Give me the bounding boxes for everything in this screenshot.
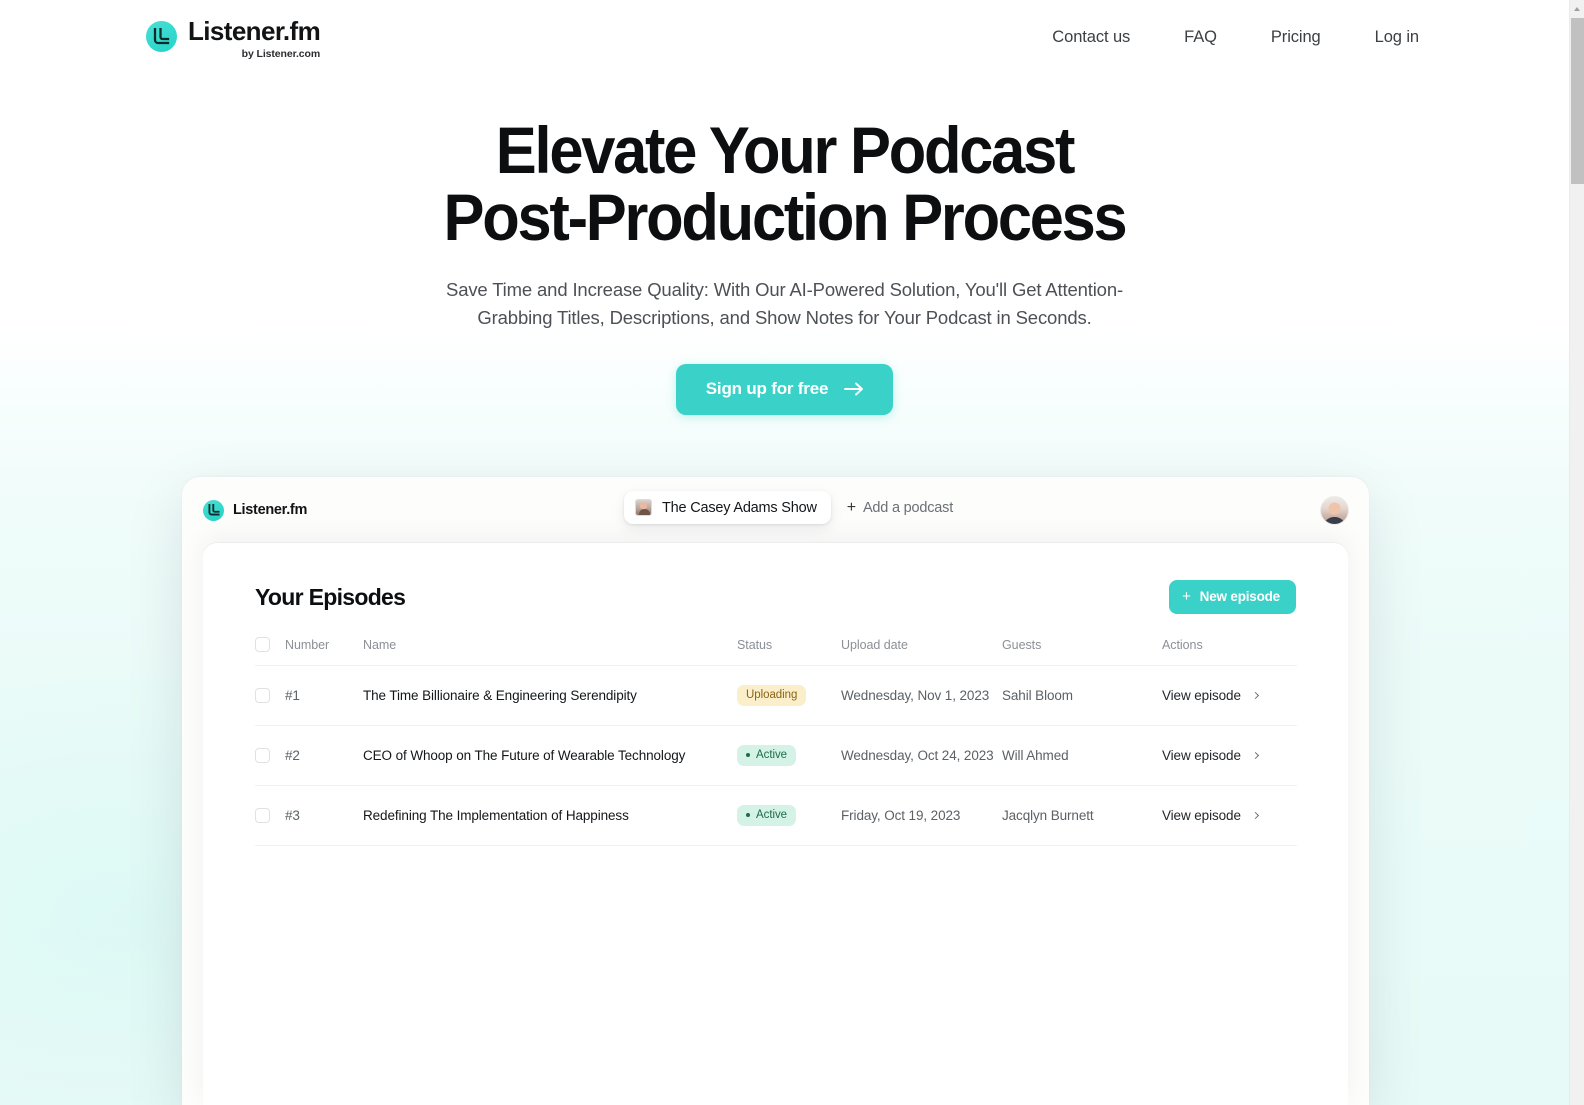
column-header-number: Number <box>285 637 363 666</box>
podcast-switcher: The Casey Adams Show + Add a podcast <box>624 491 961 524</box>
hero-title-line-1: Elevate Your Podcast <box>495 113 1076 187</box>
view-episode-label: View episode <box>1162 808 1241 823</box>
sign-up-for-free-button[interactable]: Sign up for free <box>675 363 894 415</box>
status-label: Active <box>756 749 788 761</box>
brand-subtitle: by Listener.com <box>241 48 321 60</box>
column-header-upload-date: Upload date <box>841 637 1002 666</box>
table-row[interactable]: #3 Redefining The Implementation of Happ… <box>255 785 1297 846</box>
cell-number: #1 <box>285 665 363 726</box>
cell-name: The Time Billionaire & Engineering Seren… <box>363 665 737 726</box>
new-episode-button[interactable]: + New episode <box>1169 580 1296 614</box>
status-badge: Active <box>737 805 797 826</box>
row-checkbox[interactable] <box>255 748 270 763</box>
podcast-cover-thumbnail <box>635 499 652 516</box>
nav-links: Contact us FAQ Pricing Log in <box>1052 28 1419 47</box>
app-logo[interactable]: Listener.fm <box>203 499 308 521</box>
status-dot-icon <box>746 813 750 817</box>
plus-icon: + <box>846 498 856 516</box>
podcast-tab-label: The Casey Adams Show <box>662 499 817 516</box>
row-checkbox[interactable] <box>255 808 270 823</box>
episodes-panel: Your Episodes + New episode Number Name … <box>203 543 1348 1105</box>
view-episode-link[interactable]: View episode <box>1162 808 1259 823</box>
cell-actions: View episode <box>1162 725 1297 786</box>
hero-title-line-2: Post-Production Process <box>443 179 1128 254</box>
scroll-up-arrow-icon[interactable] <box>1570 2 1584 16</box>
arrow-right-icon <box>844 382 864 396</box>
cta-label: Sign up for free <box>705 378 829 398</box>
app-topbar: Listener.fm The Casey Adams Show + Add a… <box>182 477 1369 543</box>
top-navigation: Listener.fm by Listener.com Contact us F… <box>0 0 1569 82</box>
plus-icon: + <box>1182 587 1191 605</box>
page-background: Listener.fm by Listener.com Contact us F… <box>0 0 1569 1105</box>
listener-logo-icon <box>203 499 224 521</box>
chevron-right-icon <box>1251 751 1259 760</box>
select-all-header <box>255 637 285 666</box>
row-checkbox[interactable] <box>255 688 270 703</box>
view-episode-label: View episode <box>1162 688 1241 703</box>
cell-status: Uploading <box>737 665 841 726</box>
table-header-row: Number Name Status Upload date Guests Ac… <box>255 637 1297 666</box>
add-podcast-button[interactable]: + Add a podcast <box>839 494 961 522</box>
panel-header: Your Episodes + New episode <box>255 576 1296 618</box>
cell-actions: View episode <box>1162 785 1297 846</box>
cell-name: CEO of Whoop on The Future of Wearable T… <box>363 725 737 786</box>
site-logo[interactable]: Listener.fm by Listener.com <box>146 16 321 60</box>
column-header-actions: Actions <box>1162 637 1297 666</box>
podcast-tab-casey-adams-show[interactable]: The Casey Adams Show <box>624 491 831 524</box>
cell-upload-date: Wednesday, Nov 1, 2023 <box>841 665 1002 726</box>
page-title: Elevate Your Podcast Post-Production Pro… <box>55 117 1514 250</box>
nav-item-pricing[interactable]: Pricing <box>1271 28 1321 47</box>
select-all-checkbox[interactable] <box>255 637 270 652</box>
cell-status: Active <box>737 725 841 786</box>
nav-item-faq[interactable]: FAQ <box>1184 28 1217 47</box>
cell-number: #3 <box>285 785 363 846</box>
scrollbar-thumb[interactable] <box>1571 18 1584 184</box>
status-badge: Uploading <box>737 685 807 706</box>
status-label: Active <box>756 809 788 821</box>
app-preview-card: Listener.fm The Casey Adams Show + Add a… <box>182 477 1369 1105</box>
app-brand-name: Listener.fm <box>233 502 308 518</box>
add-podcast-label: Add a podcast <box>862 499 954 516</box>
cell-upload-date: Wednesday, Oct 24, 2023 <box>841 725 1002 786</box>
episodes-table: Number Name Status Upload date Guests Ac… <box>255 637 1297 846</box>
row-select-cell <box>255 725 285 786</box>
cell-upload-date: Friday, Oct 19, 2023 <box>841 785 1002 846</box>
row-select-cell <box>255 785 285 846</box>
nav-item-contact-us[interactable]: Contact us <box>1052 28 1130 47</box>
column-header-status: Status <box>737 637 841 666</box>
avatar[interactable] <box>1320 495 1349 525</box>
status-badge: Active <box>737 745 797 766</box>
view-episode-label: View episode <box>1162 748 1241 763</box>
hero-subtitle: Save Time and Increase Quality: With Our… <box>446 279 1123 328</box>
cell-name: Redefining The Implementation of Happine… <box>363 785 737 846</box>
column-header-name: Name <box>363 637 737 666</box>
cell-actions: View episode <box>1162 665 1297 726</box>
chevron-right-icon <box>1251 811 1259 820</box>
cell-guest: Will Ahmed <box>1002 725 1162 786</box>
listener-logo-icon <box>146 21 177 52</box>
panel-title: Your Episodes <box>255 583 406 610</box>
table-row[interactable]: #2 CEO of Whoop on The Future of Wearabl… <box>255 725 1297 786</box>
table-row[interactable]: #1 The Time Billionaire & Engineering Se… <box>255 665 1297 726</box>
row-select-cell <box>255 665 285 726</box>
page-scrollbar[interactable] <box>1569 0 1584 1105</box>
chevron-right-icon <box>1251 691 1259 700</box>
view-episode-link[interactable]: View episode <box>1162 748 1259 763</box>
status-dot-icon <box>746 753 750 757</box>
column-header-guests: Guests <box>1002 637 1162 666</box>
cell-status: Active <box>737 785 841 846</box>
new-episode-label: New episode <box>1199 589 1281 604</box>
nav-item-log-in[interactable]: Log in <box>1375 28 1419 47</box>
cell-guest: Jacqlyn Burnett <box>1002 785 1162 846</box>
hero-section: Elevate Your Podcast Post-Production Pro… <box>0 82 1569 415</box>
cell-number: #2 <box>285 725 363 786</box>
view-episode-link[interactable]: View episode <box>1162 688 1259 703</box>
cell-guest: Sahil Bloom <box>1002 665 1162 726</box>
brand-name: Listener.fm <box>188 16 321 46</box>
